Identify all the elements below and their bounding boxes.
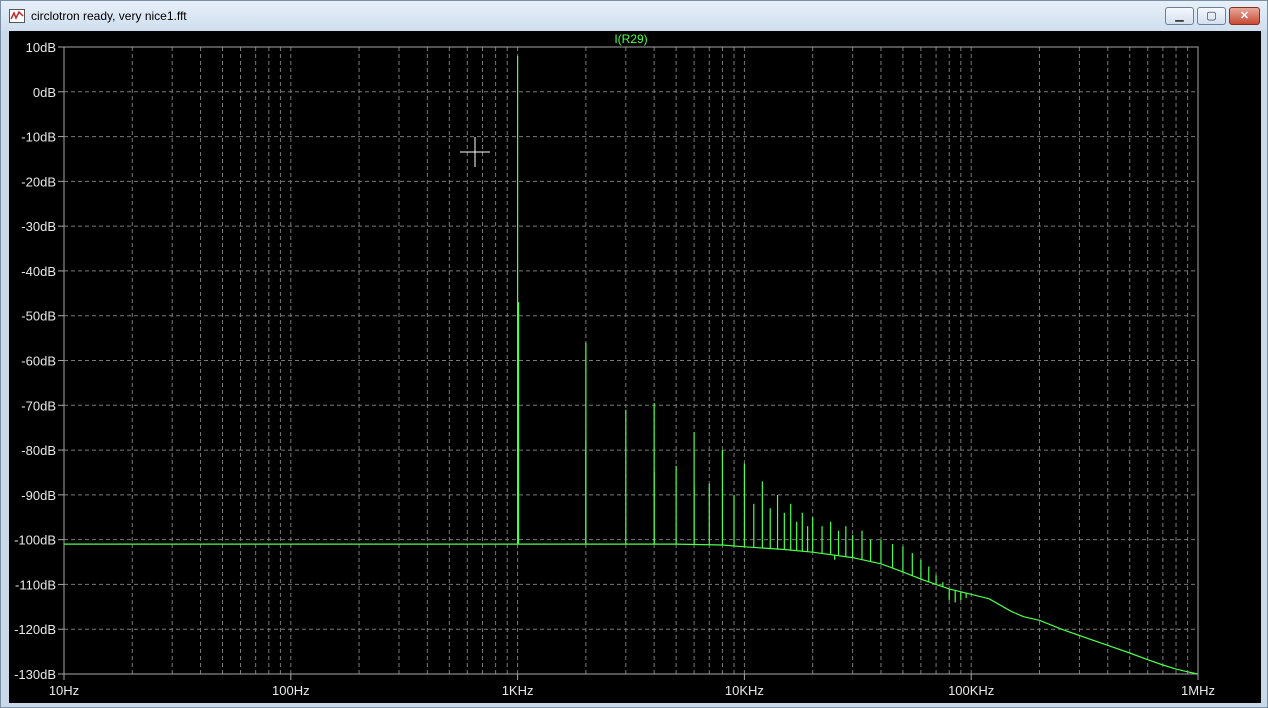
y-tick-label: 0dB (33, 85, 56, 100)
waveform-icon-glyph (10, 10, 24, 20)
y-tick-label: -110dB (15, 577, 56, 592)
y-tick-label: -120dB (14, 622, 56, 637)
minimize-button[interactable]: ▁ (1165, 7, 1194, 25)
title-bar[interactable]: circlotron ready, very nice1.fft ▁ ▢ ✕ (1, 1, 1267, 31)
y-tick-label: -90dB (21, 488, 56, 503)
chart-title: I(R29) (614, 32, 647, 46)
y-tick-label: -20dB (21, 174, 56, 189)
minimize-icon: ▁ (1175, 10, 1184, 22)
x-tick-label: 1KHz (502, 683, 534, 698)
close-button[interactable]: ✕ (1229, 7, 1260, 25)
noise-floor-trace (64, 543, 1199, 675)
x-tick-label: 10Hz (49, 683, 79, 698)
close-icon: ✕ (1239, 10, 1250, 22)
y-tick-label: -30dB (21, 219, 56, 234)
y-tick-label: -10dB (21, 130, 56, 145)
y-tick-label: -40dB (21, 264, 56, 279)
y-tick-label: -130dB (14, 667, 56, 682)
x-tick-label: 10KHz (725, 683, 764, 698)
y-tick-label: -80dB (21, 443, 56, 458)
x-tick-label: 100KHz (948, 683, 994, 698)
y-tick-label: -70dB (21, 398, 56, 413)
app-window: circlotron ready, very nice1.fft ▁ ▢ ✕ 1… (0, 0, 1268, 708)
fft-chart[interactable]: 10dB 0dB -10dB -20dB -30dB -40dB -50dB -60dB -70… (9, 31, 1261, 703)
x-tick-label: 100Hz (272, 683, 310, 698)
y-tick-label: -100dB (14, 533, 56, 548)
window-title: circlotron ready, very nice1.fft (31, 9, 187, 23)
y-tick-label: -50dB (21, 309, 56, 324)
maximize-button[interactable]: ▢ (1197, 7, 1226, 25)
y-tick-label: -60dB (21, 354, 56, 369)
maximize-icon: ▢ (1206, 10, 1217, 22)
waveform-icon[interactable] (9, 9, 25, 23)
y-tick-label: 10dB (26, 40, 56, 55)
plot-area[interactable]: 10dB 0dB -10dB -20dB -30dB -40dB -50dB -60dB -70… (9, 31, 1261, 703)
x-tick-label: 1MHz (1181, 683, 1215, 698)
